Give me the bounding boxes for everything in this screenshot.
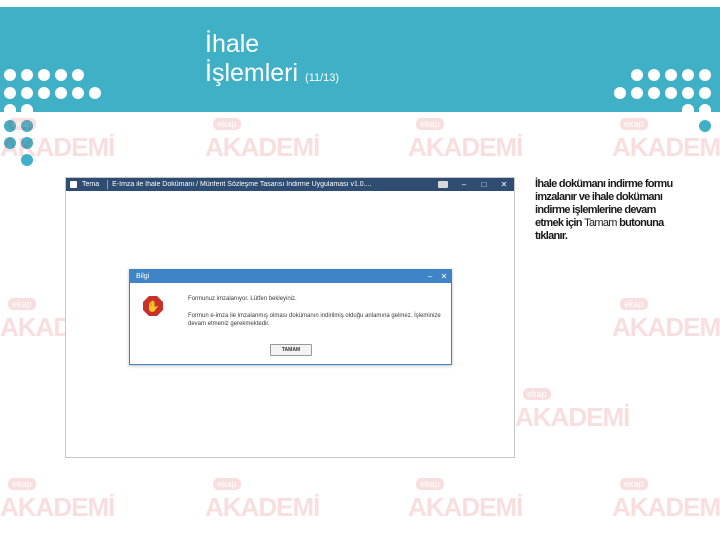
dialog-message-signing: Formunuz imzalanıyor. Lütfen bekleyiniz. (188, 296, 297, 302)
dialog-title: Bilgi (136, 273, 150, 280)
stop-hand-icon: ✋ (143, 296, 163, 316)
slide-title-line1: İhale (205, 30, 260, 58)
maximize-button[interactable]: □ (474, 180, 494, 189)
app-logo-icon (70, 181, 77, 188)
watermark-logo: ekapAKADEMİ (515, 388, 630, 432)
slide-title: İhale İşlemleri (11/13) (205, 30, 339, 93)
instruction-text: İhale dokümanı indirme formu imzalanır v… (535, 178, 675, 243)
dialog-minimize-button[interactable]: – (423, 272, 437, 281)
dialog-message-continue: Formun e-imza ile imzalanmış olması dokü… (188, 313, 441, 327)
app-brand: Tema (82, 181, 100, 188)
info-dialog: Bilgi – ✕ ✋ Formunuz imzalanıyor. Lütfen… (129, 269, 452, 365)
app-titlebar: Tema E-İmza ile İhale Dokümanı / Münferi… (66, 178, 514, 191)
ok-button[interactable]: TAMAM (270, 344, 312, 356)
dialog-titlebar: Bilgi – ✕ (130, 270, 451, 283)
instruction-button-ref: Tamam (584, 217, 617, 229)
titlebar-separator (107, 180, 109, 189)
slide-title-line2: İşlemleri (11/13) (205, 59, 339, 93)
watermark-logo: ekapAKADEMİ (205, 118, 320, 162)
watermark-logo: ekapAKADEMİ (612, 298, 720, 342)
slide-title-text: İşlemleri (205, 59, 299, 87)
watermark-logo: ekapAKADEMİ (0, 118, 115, 168)
watermark-logo: ekapAKADEMİ (408, 118, 523, 162)
app-window-title: E-İmza ile İhale Dokümanı / Münferit Söz… (112, 181, 372, 188)
watermark-logo: ekapAKADEMİ (205, 478, 320, 522)
minimize-button[interactable]: – (454, 180, 474, 189)
slide-counter: (11/13) (305, 72, 340, 84)
header-banner (0, 7, 720, 112)
close-button[interactable]: ✕ (494, 180, 514, 189)
tray-icon[interactable] (438, 181, 448, 188)
watermark-logo: ekapAKADEMİ (612, 478, 720, 522)
watermark-logo: ekapAKADEMİ (408, 478, 523, 522)
dialog-close-button[interactable]: ✕ (437, 272, 451, 281)
watermark-logo: ekapAKADEMİ (0, 478, 115, 522)
